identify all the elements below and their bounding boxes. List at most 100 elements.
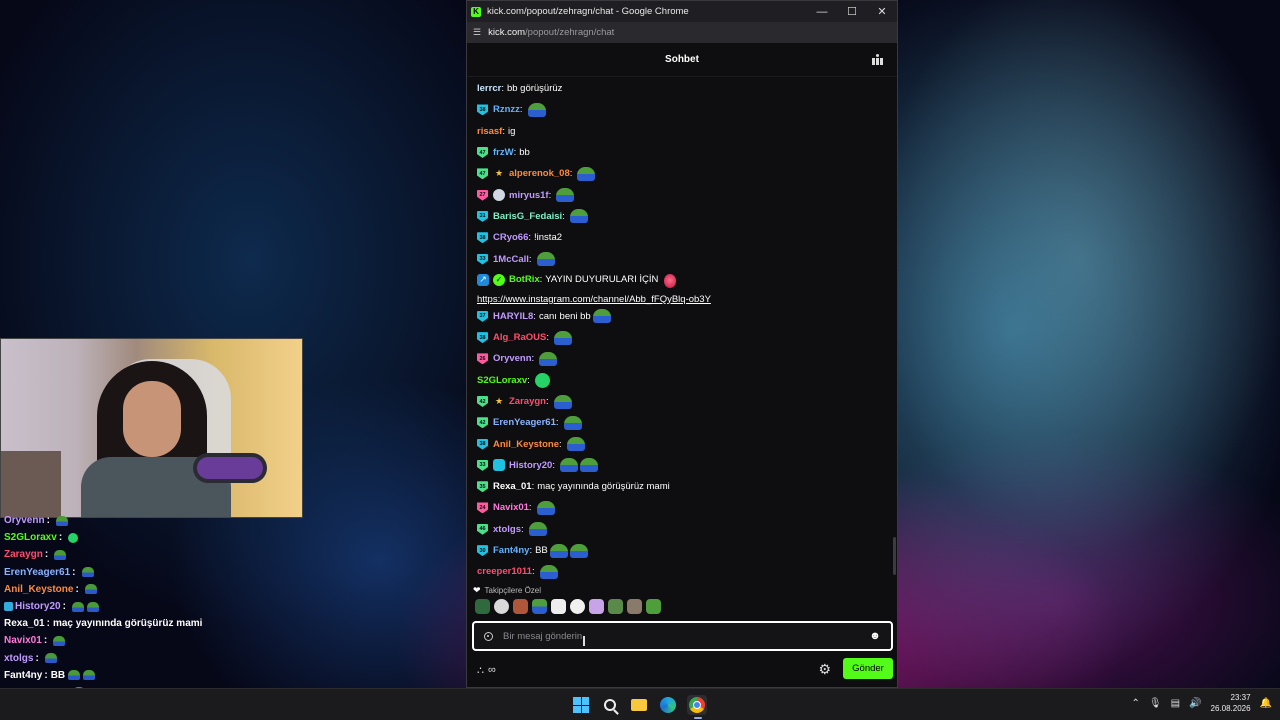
chat-message-text: canı beni bb bbox=[538, 310, 591, 322]
start-button[interactable] bbox=[571, 695, 591, 715]
chat-username[interactable]: Fant4ny bbox=[493, 545, 529, 556]
chat-username[interactable]: lerrcr bbox=[477, 83, 501, 94]
emote-item[interactable] bbox=[627, 599, 642, 614]
notification-icon[interactable]: 🔔 bbox=[1260, 698, 1272, 709]
emote-icon bbox=[539, 564, 558, 579]
chat-input-box[interactable]: ☻ bbox=[472, 621, 893, 651]
emote-icon bbox=[539, 351, 558, 366]
settings-icon[interactable]: ⚙ bbox=[818, 661, 831, 678]
emote-item[interactable] bbox=[589, 599, 604, 614]
emote-item[interactable] bbox=[551, 599, 566, 614]
username-separator: : bbox=[528, 232, 532, 244]
file-explorer-button[interactable] bbox=[629, 695, 649, 715]
chat-username[interactable]: History20 bbox=[509, 460, 552, 471]
chat-username[interactable]: Alg_RaOUS bbox=[493, 332, 546, 343]
chat-username[interactable]: Anil_Keystone bbox=[493, 439, 559, 450]
chat-username[interactable]: creeper1011 bbox=[477, 566, 532, 577]
network-icon[interactable]: ▤ bbox=[1171, 698, 1180, 709]
chat-message: 47 ★ alperenok_08: bbox=[477, 163, 897, 184]
emote-picker-icon[interactable] bbox=[484, 631, 493, 641]
emote-item[interactable] bbox=[608, 599, 623, 614]
chat-username[interactable]: miryus1f bbox=[509, 190, 549, 201]
emote-icon bbox=[569, 543, 588, 558]
chat-username[interactable]: Oryvenn bbox=[493, 353, 532, 364]
chat-message: 33 1McCall: bbox=[477, 248, 897, 269]
close-button[interactable]: ✕ bbox=[867, 1, 897, 22]
chat-username[interactable]: BotRix bbox=[509, 274, 540, 285]
kick-logo-icon: K bbox=[471, 6, 481, 17]
chat-username[interactable]: S2GLoraxv bbox=[477, 375, 527, 386]
username-separator: : bbox=[528, 253, 532, 265]
chat-message: 38 Anil_Keystone: bbox=[477, 433, 897, 454]
username-separator: : bbox=[546, 332, 549, 344]
heart-icon: ❤ bbox=[473, 585, 481, 595]
site-settings-icon[interactable]: ☰ bbox=[473, 27, 481, 38]
windows-logo-icon bbox=[573, 697, 589, 713]
username-separator: : bbox=[44, 669, 48, 681]
subscriber-badge-icon: 33 bbox=[477, 459, 488, 471]
username-separator: : bbox=[44, 549, 49, 561]
chat-message: S2GLoraxv: bbox=[477, 370, 897, 391]
username-separator: : bbox=[43, 635, 48, 647]
clock-date: 26.08.2026 bbox=[1210, 704, 1251, 713]
emote-item[interactable] bbox=[570, 599, 585, 614]
leaderboard-icon[interactable] bbox=[872, 54, 883, 65]
edge-button[interactable] bbox=[658, 695, 678, 715]
overlay-chat-row: S2GLoraxv: bbox=[4, 529, 304, 546]
emote-item[interactable] bbox=[532, 599, 547, 614]
username-separator: : bbox=[502, 125, 505, 137]
chat-username[interactable]: Rznzz bbox=[493, 104, 520, 115]
address-bar[interactable]: ☰ kick.com/popout/zehragn/chat bbox=[467, 22, 897, 43]
chat-message: 31 BarisG_Fedaisi: bbox=[477, 206, 897, 227]
emote-icon bbox=[563, 415, 582, 430]
taskbar-search-button[interactable] bbox=[600, 695, 620, 715]
chat-username[interactable]: xtolgs bbox=[493, 524, 521, 535]
kicks-icon[interactable]: ∴ bbox=[477, 664, 484, 677]
chat-message: 26 Oryvenn: bbox=[477, 348, 897, 369]
chat-username[interactable]: frzW bbox=[493, 147, 514, 158]
emote-item[interactable] bbox=[475, 599, 490, 614]
chat-username[interactable]: Navix01 bbox=[493, 502, 529, 513]
chat-username[interactable]: Zaraygn bbox=[509, 396, 546, 407]
chat-message-text: YAYIN DUYURULARI İÇİN bbox=[545, 273, 659, 285]
emoji-icon[interactable]: ☻ bbox=[869, 630, 881, 642]
infinity-icon[interactable]: ∞ bbox=[488, 664, 496, 676]
chat-username[interactable]: CRyo66 bbox=[493, 232, 528, 243]
chat-message-input[interactable] bbox=[503, 630, 869, 642]
emote-icon bbox=[44, 653, 57, 664]
chat-username[interactable]: Rexa_01 bbox=[493, 481, 532, 492]
chat-username[interactable]: BarisG_Fedaisi bbox=[493, 211, 562, 222]
emote-icon bbox=[54, 549, 67, 560]
emote-icon bbox=[83, 670, 96, 681]
chrome-button[interactable] bbox=[687, 695, 707, 715]
chat-username[interactable]: risasf bbox=[477, 126, 502, 137]
chevron-up-icon[interactable]: ⌃ bbox=[1132, 698, 1140, 709]
chat-username[interactable]: alperenok_08 bbox=[509, 168, 570, 179]
clock[interactable]: 23:37 26.08.2026 bbox=[1211, 692, 1251, 714]
chat-username[interactable]: HARYIL8 bbox=[493, 311, 533, 322]
volume-icon[interactable]: 🔊 bbox=[1189, 698, 1201, 709]
emote-item[interactable] bbox=[513, 599, 528, 614]
minimize-button[interactable]: — bbox=[807, 1, 837, 22]
active-app-indicator bbox=[694, 717, 702, 719]
chat-message: 33 History20: bbox=[477, 455, 897, 476]
chat-message: 24 Navix01: bbox=[477, 497, 897, 518]
username-separator: : bbox=[501, 83, 504, 95]
microphone-tray-icon[interactable]: 🎙 bbox=[1149, 698, 1162, 709]
emote-icon bbox=[84, 584, 97, 595]
chat-scrollbar[interactable] bbox=[893, 537, 896, 575]
send-button[interactable]: Gönder bbox=[843, 658, 893, 679]
chat-link[interactable]: https://www.instagram.com/channel/Abb_fF… bbox=[477, 294, 711, 305]
overlay-chat-row: History20: bbox=[4, 598, 304, 615]
emote-item[interactable] bbox=[494, 599, 509, 614]
chrome-icon bbox=[689, 697, 705, 713]
emote-item[interactable] bbox=[646, 599, 661, 614]
whatsapp-emote-icon bbox=[68, 532, 79, 543]
chat-username[interactable]: 1McCall bbox=[493, 254, 529, 265]
chat-username[interactable]: ErenYeager61 bbox=[493, 417, 556, 428]
username-separator: : bbox=[72, 566, 76, 578]
chat-message-list[interactable]: lerrcr: bb görüşürüz 38 Rznzz: risasf: ig 47 fr… bbox=[467, 78, 897, 581]
maximize-button[interactable]: ☐ bbox=[837, 1, 867, 22]
overlay-username: ErenYeager61 bbox=[4, 566, 71, 578]
emote-icon bbox=[553, 330, 572, 345]
